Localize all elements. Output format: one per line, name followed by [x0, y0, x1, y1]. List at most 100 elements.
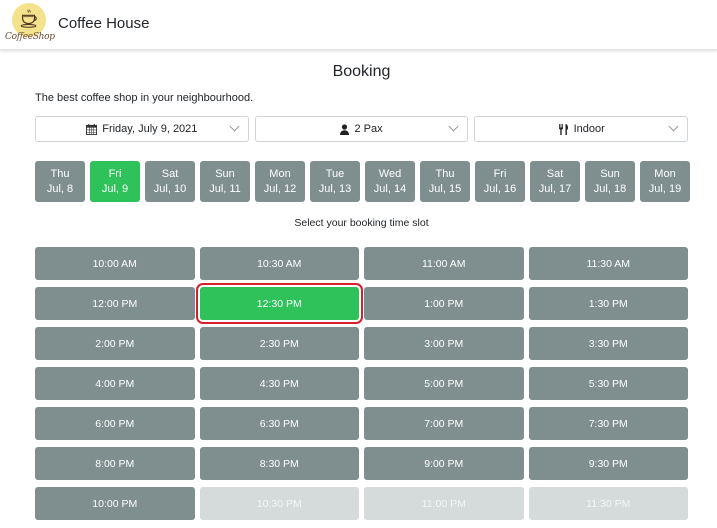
- date-option[interactable]: Sat Jul, 17: [530, 161, 580, 202]
- time-slot-button[interactable]: 1:30 PM: [528, 287, 688, 320]
- time-slot-button[interactable]: 10:00 PM: [35, 487, 195, 520]
- time-slot-label: 4:30 PM: [259, 377, 299, 390]
- tagline: The best coffee shop in your neighbourho…: [35, 92, 254, 104]
- date-select-value: Friday, July 9, 2021: [102, 123, 198, 135]
- date-option-date: Jul, 11: [209, 182, 241, 195]
- time-slot-label: 6:30 PM: [259, 417, 299, 430]
- time-slot-button[interactable]: 4:30 PM: [199, 367, 359, 400]
- date-option-date: Jul, 15: [428, 182, 462, 195]
- seating-value: Indoor: [573, 123, 605, 135]
- seating-select[interactable]: Indoor: [474, 116, 689, 142]
- time-slot-button[interactable]: 12:30 PM: [195, 283, 363, 324]
- date-option-date: Jul, 8: [46, 182, 74, 195]
- date-option-date: Jul, 9: [101, 182, 129, 195]
- date-option[interactable]: Sat Jul, 10: [145, 161, 195, 202]
- time-slot-label: 9:00 PM: [424, 457, 464, 470]
- time-slot-button[interactable]: 9:00 PM: [364, 447, 524, 480]
- party-size-select[interactable]: 2 Pax: [254, 116, 469, 142]
- time-slot-button[interactable]: 1:00 PM: [364, 287, 524, 320]
- date-option-date: Jul, 12: [263, 182, 297, 195]
- time-slot-button[interactable]: 5:30 PM: [528, 367, 688, 400]
- time-slot-label: 9:30 PM: [588, 457, 628, 470]
- time-slot-label: 7:30 PM: [588, 417, 628, 430]
- date-option-date: Jul, 13: [318, 182, 352, 195]
- time-slot-button[interactable]: 8:00 PM: [35, 447, 195, 480]
- date-option[interactable]: Mon Jul, 19: [640, 161, 690, 202]
- time-slot-button[interactable]: 2:30 PM: [199, 327, 359, 360]
- time-slot-label: 3:00 PM: [424, 337, 464, 350]
- date-option-day: Fri: [108, 167, 122, 180]
- time-slot-label: 3:30 PM: [588, 337, 628, 350]
- time-slot-button[interactable]: 8:30 PM: [199, 447, 359, 480]
- app-header: CoffeeShop Coffee House: [0, 0, 717, 50]
- time-slot-label: 8:30 PM: [259, 457, 299, 470]
- date-option-date: Jul, 17: [538, 182, 572, 195]
- date-option-day: Thu: [435, 167, 455, 180]
- time-slot-button[interactable]: 11:00 AM: [364, 247, 524, 280]
- brand-name[interactable]: Coffee House: [58, 15, 149, 32]
- chevron-down-icon: [229, 121, 240, 132]
- time-slot-button[interactable]: 10:30 AM: [199, 247, 359, 280]
- date-option-date: Jul, 19: [648, 182, 682, 195]
- chevron-down-icon: [448, 121, 459, 132]
- time-slot-button: 10:30 PM: [199, 487, 359, 520]
- time-slot-label: 12:00 PM: [92, 297, 138, 310]
- date-option-day: Sun: [215, 167, 235, 180]
- date-option[interactable]: Thu Jul, 15: [420, 161, 470, 202]
- date-option-date: Jul, 14: [373, 182, 407, 195]
- date-option-day: Sun: [600, 167, 620, 180]
- date-option-day: Tue: [325, 167, 345, 180]
- time-slot-button[interactable]: 5:00 PM: [364, 367, 524, 400]
- chevron-down-icon: [668, 121, 679, 132]
- time-slot-button[interactable]: 7:00 PM: [364, 407, 524, 440]
- person-icon: [340, 123, 350, 135]
- date-option[interactable]: Thu Jul, 8: [35, 161, 85, 202]
- time-slot-button[interactable]: 4:00 PM: [35, 367, 195, 400]
- time-slot-grid: 10:00 AM 10:30 AM 11:00 AM 11:30 AM 12:00 PM…: [35, 247, 688, 520]
- time-slot-button[interactable]: 11:30 AM: [528, 247, 688, 280]
- booking-filters: Friday, July 9, 2021 2 Pax Indoor: [35, 116, 689, 142]
- time-slot-button: 11:00 PM: [364, 487, 524, 520]
- date-option-date: Jul, 18: [593, 182, 627, 195]
- party-size-value: 2 Pax: [354, 123, 383, 135]
- date-option[interactable]: Fri Jul, 16: [475, 161, 525, 202]
- time-slot-button[interactable]: 9:30 PM: [528, 447, 688, 480]
- date-option[interactable]: Sun Jul, 11: [200, 161, 250, 202]
- date-option[interactable]: Wed Jul, 14: [365, 161, 415, 202]
- date-option[interactable]: Sun Jul, 18: [585, 161, 635, 202]
- time-slot-button: 11:30 PM: [528, 487, 688, 520]
- time-slot-label: 10:30 PM: [256, 497, 302, 510]
- time-slot-label: 4:00 PM: [95, 377, 135, 390]
- time-slot-button[interactable]: 3:00 PM: [364, 327, 524, 360]
- date-option-day: Mon: [269, 167, 291, 180]
- coffee-shop-logo[interactable]: CoffeeShop: [4, 2, 55, 48]
- time-slot-label: 6:00 PM: [95, 417, 135, 430]
- time-slot-button[interactable]: 2:00 PM: [35, 327, 195, 360]
- time-slot-button[interactable]: 7:30 PM: [528, 407, 688, 440]
- time-slot-button[interactable]: 6:30 PM: [199, 407, 359, 440]
- date-select[interactable]: Friday, July 9, 2021: [35, 116, 249, 142]
- time-slot-label: 8:00 PM: [95, 457, 135, 470]
- date-option-day: Sat: [546, 167, 564, 180]
- time-slot-label: 2:30 PM: [259, 337, 299, 350]
- time-slot-label: 11:30 AM: [586, 257, 631, 270]
- date-option-date: Jul, 10: [153, 182, 187, 195]
- date-option[interactable]: Fri Jul, 9: [90, 161, 140, 202]
- time-slot-label: 1:00 PM: [424, 297, 464, 310]
- time-slot-button[interactable]: 12:00 PM: [35, 287, 195, 320]
- time-slot-button[interactable]: 3:30 PM: [528, 327, 688, 360]
- date-option-day: Wed: [378, 167, 402, 180]
- time-slot-label: 12:30 PM: [256, 297, 302, 310]
- date-option[interactable]: Mon Jul, 12: [255, 161, 305, 202]
- slot-hint: Select your booking time slot: [294, 217, 429, 229]
- time-slot-button[interactable]: 6:00 PM: [35, 407, 195, 440]
- time-slot-label: 7:00 PM: [424, 417, 464, 430]
- time-slot-label: 5:00 PM: [424, 377, 464, 390]
- time-slot-label: 11:30 PM: [586, 497, 631, 510]
- date-option-day: Sat: [161, 167, 179, 180]
- time-slot-label: 11:00 PM: [421, 497, 466, 510]
- date-option-day: Mon: [654, 167, 676, 180]
- date-option[interactable]: Tue Jul, 13: [310, 161, 360, 202]
- time-slot-button[interactable]: 10:00 AM: [35, 247, 195, 280]
- date-option-date: Jul, 16: [483, 182, 517, 195]
